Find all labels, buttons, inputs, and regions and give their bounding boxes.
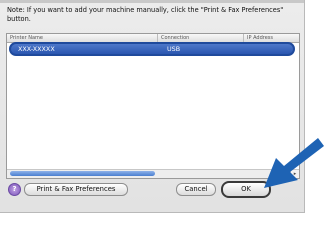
print-fax-preferences-button[interactable]: Print & Fax Preferences xyxy=(24,183,128,196)
titlebar xyxy=(0,0,304,3)
scrollbar-thumb[interactable] xyxy=(10,171,155,176)
column-header-printer-name[interactable]: Printer Name xyxy=(7,34,160,42)
horizontal-scrollbar[interactable]: ◂ ▸ xyxy=(7,169,299,178)
printer-list[interactable]: Printer Name Connection IP Address XXX-X… xyxy=(6,33,300,179)
column-header-ip-address[interactable]: IP Address xyxy=(243,34,303,42)
connection-cell: USB xyxy=(167,45,181,53)
pointer-arrow-icon xyxy=(264,138,324,188)
column-header-connection[interactable]: Connection xyxy=(157,34,247,42)
printer-select-dialog: Note: If you want to add your machine ma… xyxy=(0,0,305,213)
printer-name-cell: XXX-XXXXX xyxy=(18,45,55,53)
note-text: Note: If you want to add your machine ma… xyxy=(7,6,284,23)
table-row-selected[interactable]: XXX-XXXXX USB xyxy=(9,42,295,56)
help-icon[interactable]: ? xyxy=(8,183,21,196)
cancel-button[interactable]: Cancel xyxy=(176,183,216,196)
